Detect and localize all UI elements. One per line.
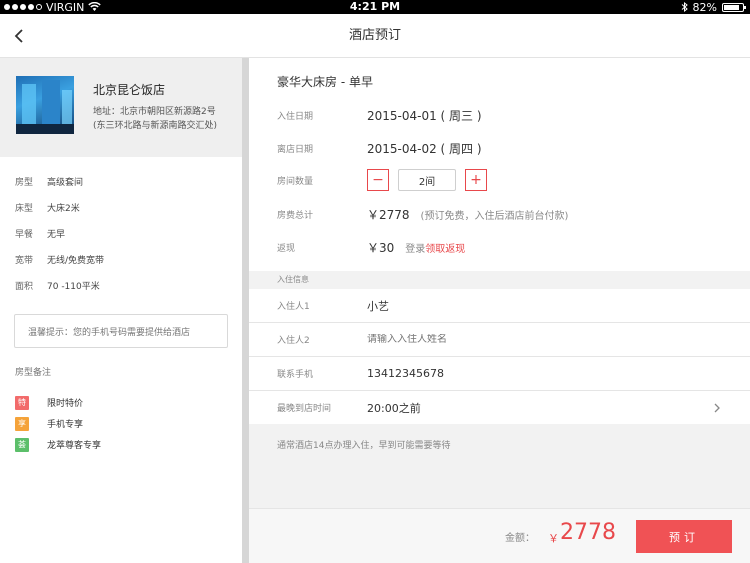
room-count-row: 房间数量 − 2间 +: [277, 169, 487, 191]
room-remarks-title: 房型备注: [15, 368, 52, 378]
special-price-badge: 特: [15, 395, 29, 410]
hotel-summary-panel: 北京昆仑饭店 地址：北京市朝阳区新源路2号 (东三环北路与新源南路交汇处) 房型…: [0, 58, 242, 563]
room-type-title: 豪华大床房 - 单早: [277, 75, 373, 89]
remark-item: 特 限时特价: [0, 392, 242, 413]
cashback-note: 登录领取返现: [405, 243, 466, 255]
chevron-right-icon: [714, 403, 720, 413]
claim-cashback-link[interactable]: 领取返现: [425, 244, 465, 255]
cashback-row: 返现 ￥30 登录领取返现: [277, 240, 466, 255]
remark-item: 荟 龙萃尊客专享: [0, 434, 242, 455]
total-price-row: 房费总计 ￥2778 (预订免费，入住后酒店前台付款): [277, 207, 569, 222]
mobile-exclusive-badge: 享: [15, 416, 29, 431]
remark-item: 享 手机专享: [0, 413, 242, 434]
checkin-date-value[interactable]: 2015-04-01 ( 周三 ): [367, 107, 482, 124]
room-info-row: 宽带 无线/免费宽带: [15, 255, 105, 266]
page-title: 酒店预订: [348, 28, 401, 43]
decrease-rooms-button[interactable]: −: [367, 169, 389, 191]
guest1-row[interactable]: 入住人1 小艺: [249, 289, 750, 323]
room-info-row: 早餐 无早: [15, 229, 66, 240]
room-remarks-list: 特 限时特价 享 手机专享 荟 龙萃尊客专享: [0, 392, 242, 455]
amount-currency: ￥: [548, 532, 559, 545]
room-info-row: 床型 大床2米: [15, 203, 80, 214]
phone-tip-box: 温馨提示：您的手机号码需要提供给酒店: [14, 314, 228, 348]
phone-number[interactable]: 13412345678: [367, 367, 444, 380]
amount-value: 2778: [560, 520, 616, 545]
room-info-row: 面积 70 -110平米: [15, 281, 100, 292]
increase-rooms-button[interactable]: +: [465, 169, 487, 191]
room-info-list: 房型 高级套间 床型 大床2米 早餐 无早 宽带 无线/免费宽带 面积 70 -110平米: [0, 157, 242, 298]
total-price-value: ￥2778: [367, 207, 410, 222]
guest2-row[interactable]: 入住人2: [249, 323, 750, 357]
checkin-date-row[interactable]: 入住日期 2015-04-01 ( 周三 ): [277, 104, 482, 126]
hotel-address: 地址：北京市朝阳区新源路2号 (东三环北路与新源南路交汇处): [93, 105, 238, 133]
panel-divider: [242, 58, 249, 563]
checkin-time-note: 通常酒店14点办理入住，早到可能需要等待: [277, 441, 451, 451]
battery-percent: 82%: [692, 0, 717, 14]
checkout-bar: 金额： ￥ 2778 预订: [249, 508, 750, 563]
arrival-time-value[interactable]: 20:00之前: [367, 400, 421, 416]
status-time: 4:21 PM: [349, 0, 401, 13]
guest-info-header: 入住信息: [249, 271, 750, 289]
cashback-value: ￥30: [367, 240, 395, 255]
guest2-name-input[interactable]: [367, 334, 567, 345]
status-bar: VIRGIN 4:21 PM 82%: [0, 0, 750, 14]
checkout-date-value[interactable]: 2015-04-02 ( 周四 ): [367, 140, 482, 157]
hotel-photo: [16, 76, 74, 134]
vip-exclusive-badge: 荟: [15, 437, 29, 452]
amount-label: 金额：: [505, 533, 535, 544]
room-count-value: 2间: [398, 169, 456, 191]
hotel-name: 北京昆仑饭店: [93, 83, 166, 97]
booking-form-panel: 豪华大床房 - 单早 入住日期 2015-04-01 ( 周三 ) 离店日期 2…: [249, 58, 750, 563]
room-info-row: 房型 高级套间: [15, 177, 84, 188]
payment-note: (预订免费，入住后酒店前台付款): [420, 210, 569, 222]
guest1-name[interactable]: 小艺: [367, 298, 389, 314]
battery-icon: [722, 2, 746, 12]
bluetooth-icon: [681, 2, 688, 12]
arrival-time-row[interactable]: 最晚到店时间 20:00之前: [249, 391, 750, 425]
status-right: 82%: [681, 0, 746, 14]
hotel-address-line2: (东三环北路与新源南路交汇处): [93, 121, 218, 131]
hotel-address-line1: 地址：北京市朝阳区新源路2号: [93, 107, 216, 117]
book-button[interactable]: 预订: [636, 520, 732, 553]
checkout-date-row[interactable]: 离店日期 2015-04-02 ( 周四 ): [277, 137, 482, 159]
phone-row[interactable]: 联系手机 13412345678: [249, 357, 750, 391]
hotel-header: 北京昆仑饭店 地址：北京市朝阳区新源路2号 (东三环北路与新源南路交汇处): [0, 58, 242, 157]
nav-bar: 酒店预订: [0, 14, 750, 58]
